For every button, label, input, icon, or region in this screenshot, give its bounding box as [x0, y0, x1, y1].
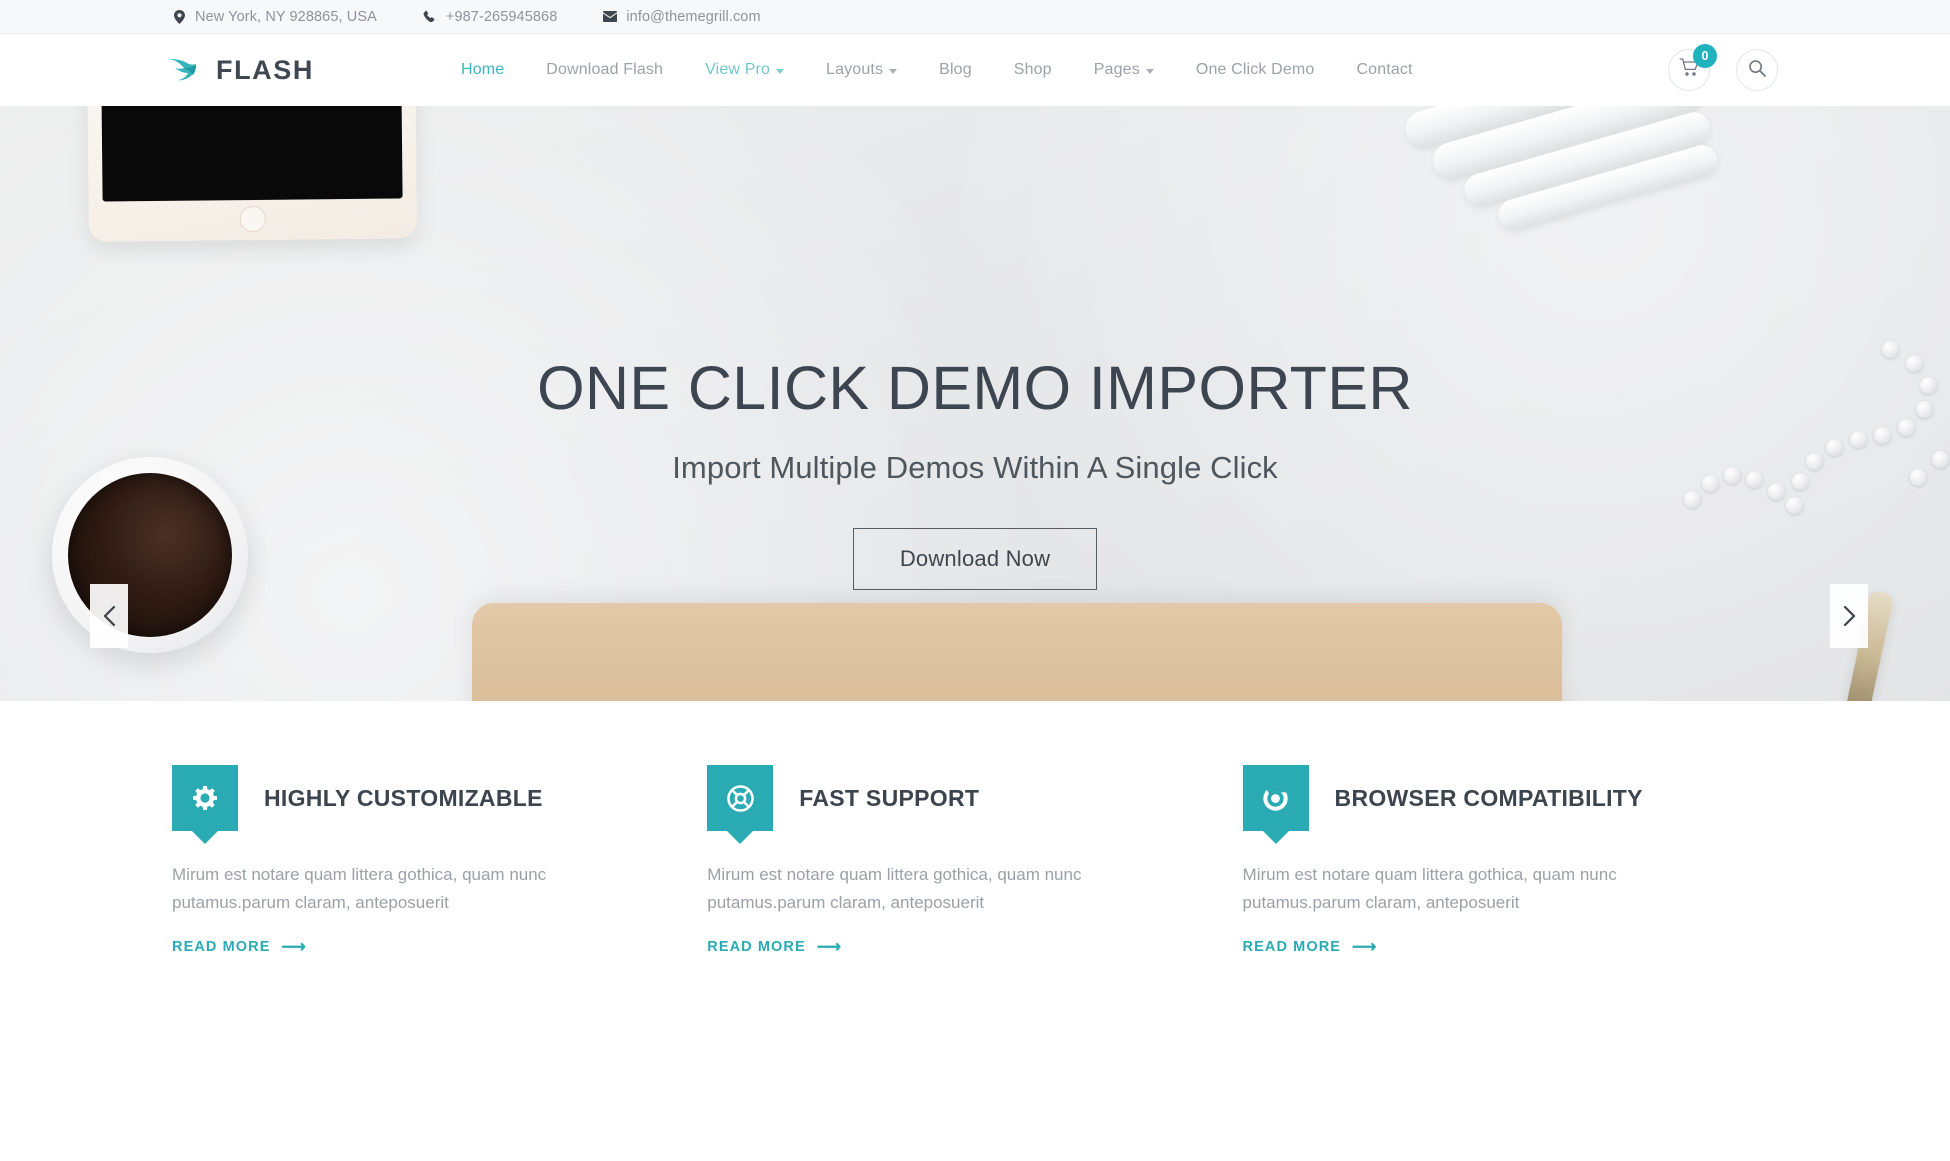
feature-card-fast-support: FAST SUPPORT Mirum est notare quam litte… [707, 765, 1242, 956]
nav-label: Shop [1013, 61, 1052, 78]
topbar-address-text: New York, NY 928865, USA [195, 8, 377, 25]
envelope-icon [603, 10, 618, 24]
feature-card-browser-compatibility: BROWSER COMPATIBILITY Mirum est notare q… [1242, 765, 1778, 956]
read-more-link[interactable]: READ MORE ⟶ [172, 938, 307, 955]
feature-head: BROWSER COMPATIBILITY [1242, 765, 1716, 831]
hero-subtitle: Import Multiple Demos Within A Single Cl… [672, 450, 1278, 486]
site-header: FLASH Home Download Flash View Pro Layou… [0, 34, 1950, 106]
site-logo[interactable]: FLASH [168, 55, 418, 86]
features-section: HIGHLY CUSTOMIZABLE Mirum est notare qua… [0, 701, 1950, 956]
feature-head: HIGHLY CUSTOMIZABLE [172, 765, 645, 831]
nav-label: Home [461, 61, 505, 78]
feature-text: Mirum est notare quam littera gothica, q… [707, 865, 1082, 912]
topbar-address: New York, NY 928865, USA [172, 9, 377, 25]
topbar-phone: +987-265945868 [423, 9, 557, 25]
phone-icon [423, 10, 437, 24]
feature-title: BROWSER COMPATIBILITY [1334, 785, 1643, 811]
nav-item-contact[interactable]: Contact [1335, 61, 1433, 79]
feature-head: FAST SUPPORT [707, 765, 1180, 831]
arrow-right-icon: ⟶ [1352, 937, 1378, 957]
nav-item-layouts[interactable]: Layouts [805, 61, 918, 79]
topbar-email-text: info@themegrill.com [626, 8, 761, 25]
nav-item-shop[interactable]: Shop [993, 61, 1073, 79]
chevron-right-icon [1843, 605, 1856, 627]
arrow-right-icon: ⟶ [816, 937, 843, 957]
download-now-button[interactable]: Download Now [852, 528, 1098, 591]
slider-prev-button[interactable] [90, 584, 128, 648]
map-pin-icon [172, 9, 186, 24]
feature-text: Mirum est notare quam littera gothica, q… [172, 865, 547, 912]
topbar-email: info@themegrill.com [603, 8, 761, 25]
brand-name: FLASH [216, 54, 314, 85]
feature-card-highly-customizable: HIGHLY CUSTOMIZABLE Mirum est notare qua… [172, 765, 707, 956]
nav-item-pages[interactable]: Pages [1073, 61, 1175, 79]
nav-item-home[interactable]: Home [440, 61, 525, 79]
cart-button[interactable]: 0 [1668, 44, 1717, 91]
read-more-label: READ MORE [172, 938, 271, 955]
feature-text: Mirum est notare quam littera gothica, q… [1242, 865, 1617, 912]
top-contact-bar: New York, NY 928865, USA +987-265945868 … [0, 0, 1950, 34]
nav-label: View Pro [705, 61, 771, 78]
read-more-label: READ MORE [1242, 938, 1342, 955]
nav-item-blog[interactable]: Blog [918, 61, 993, 79]
flash-bird-logo-icon [168, 55, 202, 85]
arrow-right-icon: ⟶ [281, 937, 307, 957]
chevron-left-icon [103, 605, 116, 627]
nav-label: Contact [1356, 61, 1413, 78]
hero-content: ONE CLICK DEMO IMPORTER Import Multiple … [0, 106, 1950, 591]
main-navigation: Home Download Flash View Pro Layouts Blo… [440, 61, 1658, 79]
hero-title: ONE CLICK DEMO IMPORTER [537, 354, 1413, 422]
feature-title: HIGHLY CUSTOMIZABLE [264, 785, 543, 811]
search-icon [1748, 59, 1766, 82]
nav-label: Layouts [826, 61, 884, 78]
chevron-down-icon [1145, 68, 1154, 74]
topbar-phone-text: +987-265945868 [445, 8, 558, 25]
cart-count-badge: 0 [1693, 44, 1717, 68]
nav-item-one-click-demo[interactable]: One Click Demo [1175, 61, 1336, 79]
read-more-link[interactable]: READ MORE ⟶ [1243, 938, 1378, 955]
nav-label: Download Flash [546, 61, 664, 78]
nav-label: Pages [1093, 61, 1140, 78]
feature-title: FAST SUPPORT [799, 785, 980, 811]
read-more-link[interactable]: READ MORE ⟶ [707, 938, 842, 955]
nav-item-view-pro[interactable]: View Pro [684, 61, 805, 79]
nav-item-download-flash[interactable]: Download Flash [525, 61, 684, 79]
browser-chrome-icon [1242, 765, 1309, 831]
chevron-down-icon [889, 68, 898, 74]
lifebuoy-icon [707, 765, 774, 831]
nav-label: One Click Demo [1195, 61, 1315, 78]
decorative-leather-notebook [472, 603, 1562, 701]
hero-slider: ONE CLICK DEMO IMPORTER Import Multiple … [0, 106, 1950, 701]
search-button[interactable] [1736, 49, 1778, 91]
header-actions: 0 [1668, 44, 1778, 91]
slider-next-button[interactable] [1830, 584, 1868, 648]
nav-label: Blog [939, 61, 972, 78]
gear-icon [172, 765, 238, 831]
chevron-down-icon [776, 68, 785, 74]
read-more-label: READ MORE [707, 938, 806, 955]
